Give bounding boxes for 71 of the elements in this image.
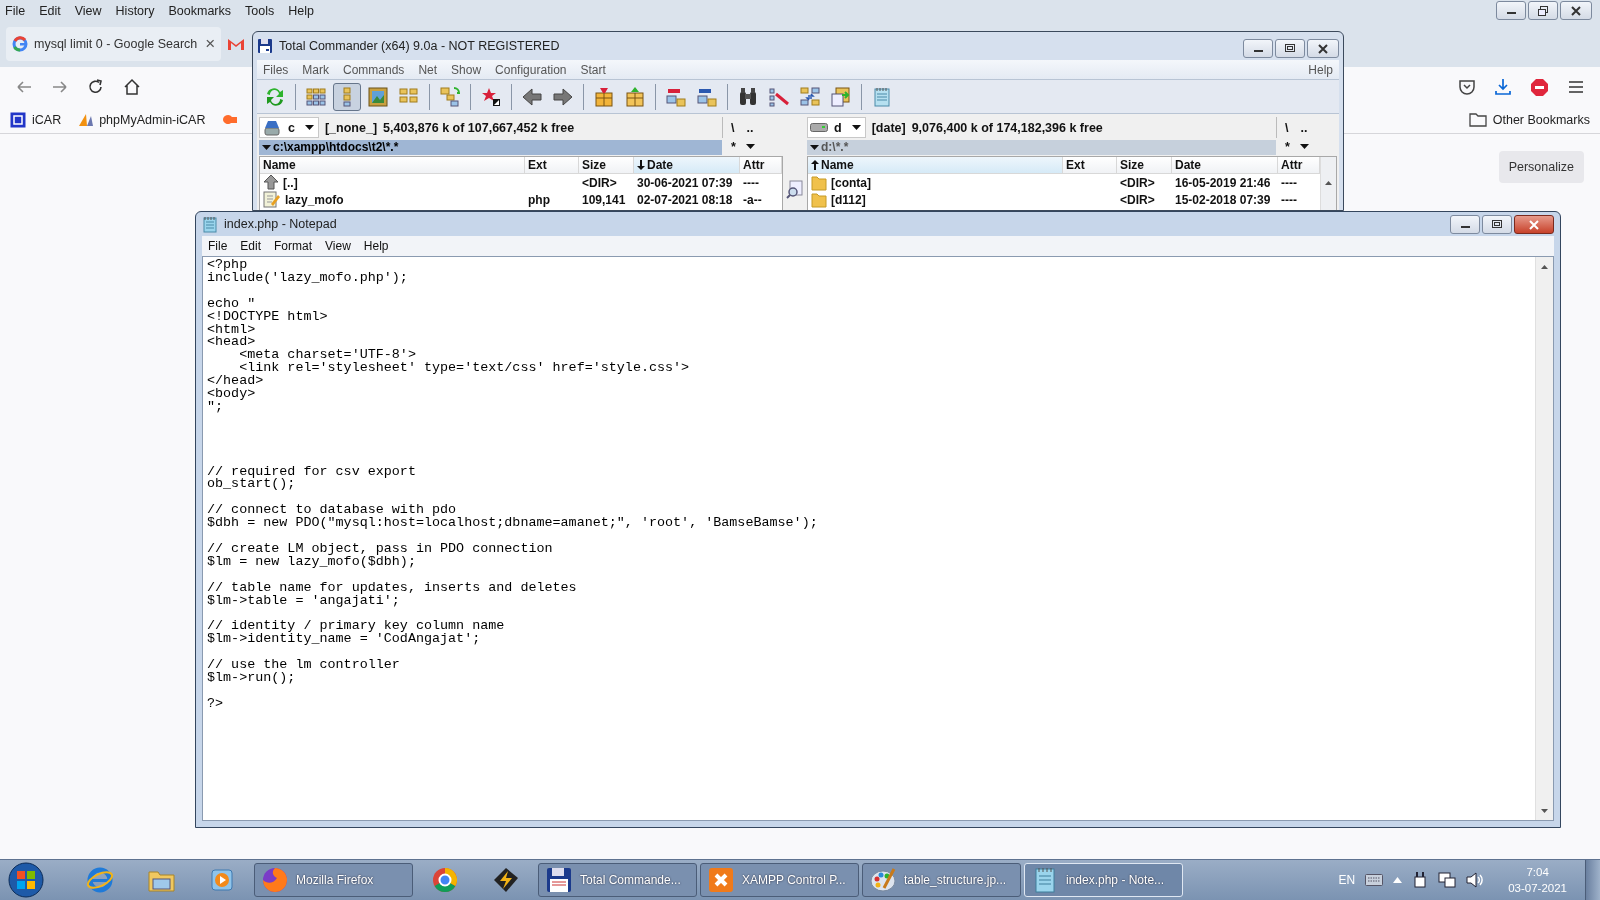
file-date: 15-02-2018 07:39	[1175, 192, 1271, 207]
column-header[interactable]: Attr	[1278, 157, 1320, 174]
menu-item[interactable]: Commands	[343, 62, 405, 77]
file-name[interactable]: [..]	[283, 175, 298, 190]
window-title: index.php - Notepad	[224, 217, 337, 231]
menu-item[interactable]: Edit	[39, 3, 61, 18]
column-header[interactable]: Attr	[740, 157, 782, 174]
column-header[interactable]: Ext	[1063, 157, 1117, 174]
parent-button[interactable]: ..	[1300, 120, 1308, 135]
file-attributes: ----	[743, 175, 759, 190]
column-header[interactable]: Size	[1117, 157, 1172, 174]
menu-item[interactable]: Files	[263, 62, 289, 77]
menu-item[interactable]: Configuration	[495, 62, 567, 77]
column-header[interactable]: Size	[579, 157, 634, 174]
file-attributes: -a--	[743, 192, 762, 207]
menu-item[interactable]: File	[5, 3, 26, 18]
file-size: <DIR>	[1120, 192, 1155, 207]
bookmark-folder[interactable]: Other Bookmarks	[1468, 111, 1590, 129]
menu-item[interactable]: Help	[363, 239, 389, 253]
file-size: 109,141	[582, 192, 626, 207]
file-name[interactable]: lazy_mofo	[285, 192, 344, 207]
file-date: 02-07-2021 08:18	[637, 192, 733, 207]
menu-item[interactable]: Net	[418, 62, 438, 77]
column-header[interactable]: Date	[1172, 157, 1278, 174]
column-header[interactable]: Ext	[525, 157, 579, 174]
menu-item[interactable]: View	[325, 239, 351, 253]
file-date: 16-05-2019 21:46	[1175, 175, 1271, 190]
file-size: <DIR>	[582, 175, 617, 190]
drive-dropdown[interactable]: c	[259, 117, 319, 138]
menu-item[interactable]: Format	[274, 239, 313, 253]
drive-dropdown[interactable]: d	[807, 117, 866, 138]
file-attributes: ----	[1281, 192, 1297, 207]
root-button[interactable]: \	[1285, 120, 1289, 135]
drive-label: [_none_]	[324, 120, 378, 135]
root-button[interactable]: \	[731, 120, 735, 135]
filter-button[interactable]: *	[1285, 140, 1290, 154]
taskbar-button[interactable]: index.php - Note...	[1024, 863, 1183, 897]
drive-label: [date]	[871, 120, 906, 135]
menu-item[interactable]: Show	[451, 62, 482, 77]
file-attributes: ----	[1281, 175, 1297, 190]
file-size: <DIR>	[1120, 175, 1155, 190]
menu-item[interactable]: File	[208, 239, 228, 253]
menu-item[interactable]: View	[74, 3, 102, 18]
path-bar[interactable]: c:\xampp\htdocs\t2\*.*	[259, 139, 722, 155]
file-name[interactable]: [conta]	[831, 175, 871, 190]
filter-button[interactable]: *	[731, 140, 736, 154]
bookmark[interactable]: iCAR	[10, 112, 62, 128]
personalize-button[interactable]: Personalize	[1498, 151, 1584, 183]
column-header[interactable]: Name	[808, 157, 1063, 174]
free-space-text: 5,403,876 k of 107,667,452 k free	[383, 120, 576, 135]
menu-item[interactable]: Mark	[302, 62, 329, 77]
menu-item[interactable]: History	[115, 3, 155, 18]
tab-title: mysql limit 0 - Google Search	[34, 37, 198, 51]
browser-tab[interactable]: mysql limit 0 - Google Search ×	[6, 27, 222, 61]
file-name[interactable]: [d112]	[831, 192, 866, 207]
window-title: Total Commander (x64) 9.0a - NOT REGISTERED	[279, 39, 560, 53]
menu-item[interactable]: Help	[288, 3, 314, 18]
file-date: 30-06-2021 07:39	[637, 175, 733, 190]
menu-item[interactable]: Bookmarks	[168, 3, 231, 18]
column-header[interactable]: Date	[634, 157, 740, 174]
menu-item[interactable]: Start	[580, 62, 606, 77]
free-space-text: 9,076,400 k of 174,182,396 k free	[911, 120, 1104, 135]
parent-button[interactable]: ..	[746, 120, 754, 135]
menu-item[interactable]: Help	[1308, 62, 1333, 77]
close-tab-button[interactable]: ×	[205, 34, 216, 54]
path-bar[interactable]: d:\*.*	[807, 139, 1276, 155]
column-header[interactable]: Name	[260, 157, 525, 174]
file-extension: php	[528, 192, 550, 207]
menu-item[interactable]: Tools	[245, 3, 275, 18]
bookmark[interactable]: phpMyAdmin-iCAR	[77, 112, 206, 128]
menu-item[interactable]: Edit	[240, 239, 262, 253]
